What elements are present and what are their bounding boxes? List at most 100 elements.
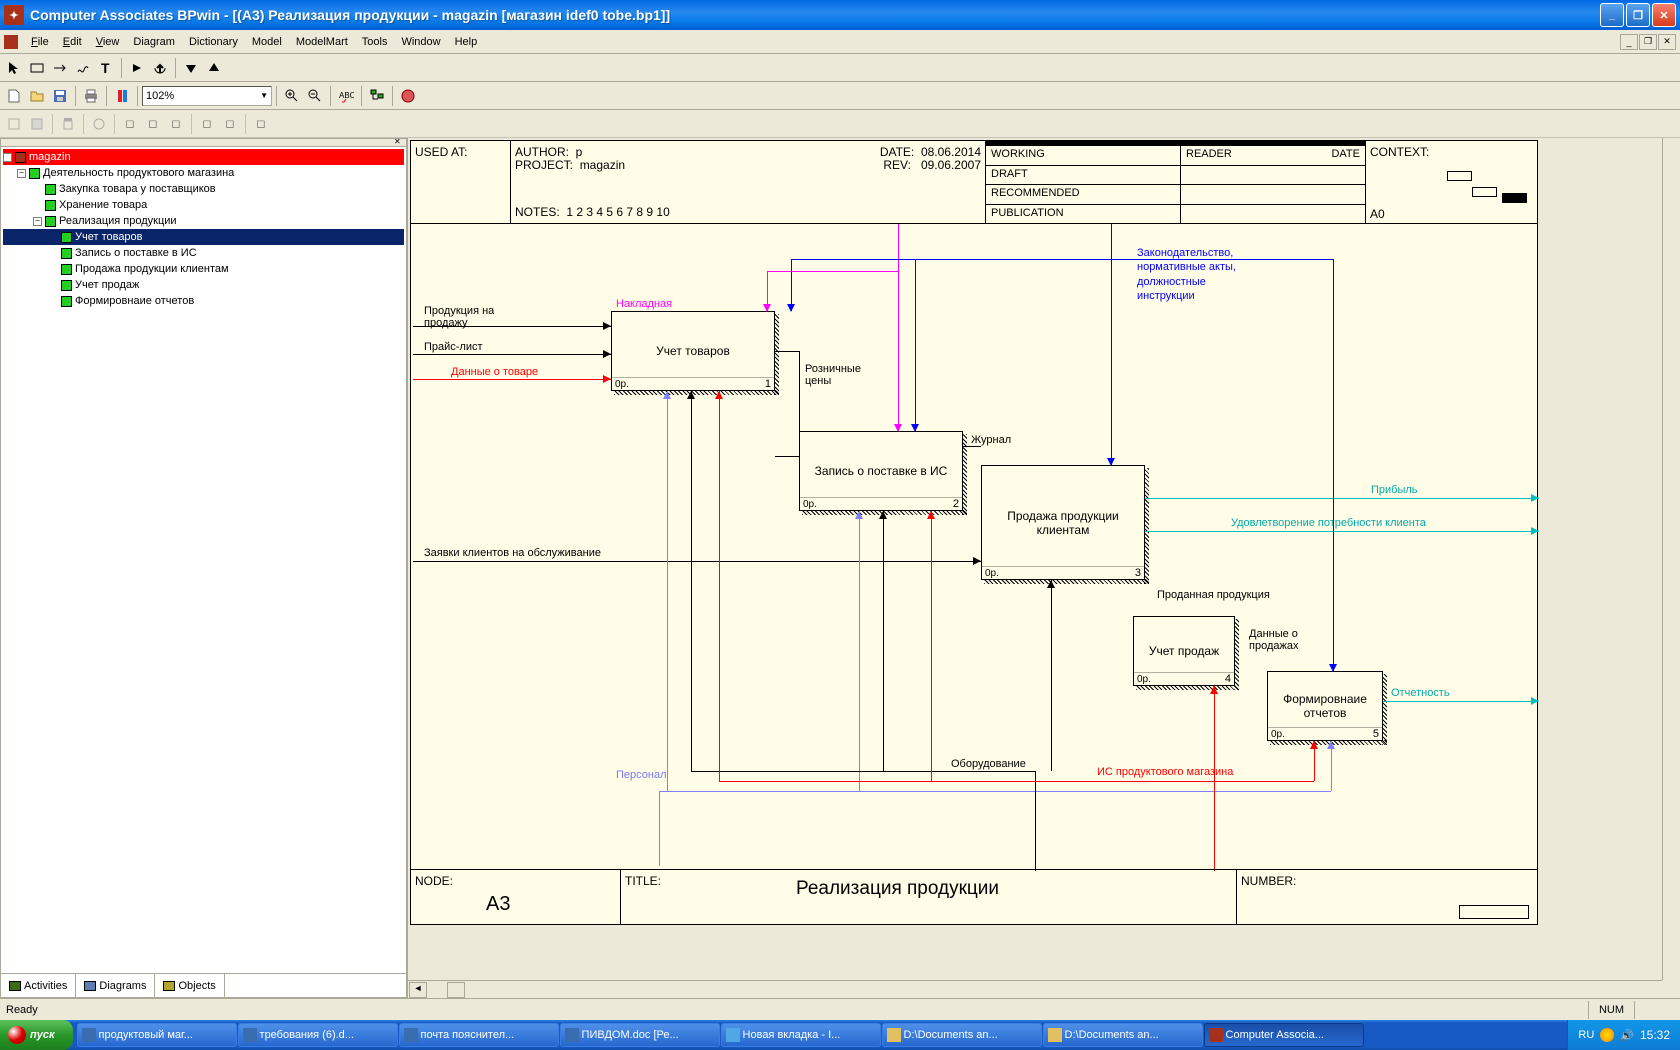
arrow-label[interactable]: Прибыль [1371,484,1418,496]
taskbar-item[interactable]: D:\Documents an... [882,1023,1042,1047]
mdi-doc-icon[interactable] [4,35,18,49]
mm-button-5[interactable]: ◻ [119,113,141,135]
activity-box-3[interactable]: Продажа продукции клиентам 0р.3 [981,465,1145,580]
new-button[interactable] [3,85,25,107]
help-button[interactable] [397,85,419,107]
spell-check-button[interactable]: ABC [335,85,357,107]
system-tray[interactable]: RU 🔊 15:32 [1567,1020,1680,1050]
scroll-thumb[interactable] [447,982,465,998]
taskbar-item[interactable]: почта пояснител... [399,1023,559,1047]
zoom-combobox[interactable]: ▼ [142,86,272,106]
menu-help[interactable]: Help [448,34,485,50]
tree-node-selected[interactable]: Учет товаров [3,229,404,245]
mm-button-1[interactable] [3,113,25,135]
menu-model[interactable]: Model [245,34,289,50]
close-button[interactable]: ✕ [1652,3,1676,27]
minimize-button[interactable]: _ [1600,3,1624,27]
arrow-label[interactable]: Данные о продажах [1249,628,1314,652]
tree-node[interactable]: Закупка товара у поставщиков [3,181,404,197]
menu-view[interactable]: View [89,34,127,50]
menu-edit[interactable]: Edit [56,34,89,50]
taskbar-item-active[interactable]: Computer Associa... [1204,1023,1364,1047]
mm-button-9[interactable]: ◻ [219,113,241,135]
start-button[interactable]: пуск [0,1020,73,1050]
vertical-scrollbar[interactable] [1662,138,1680,980]
taskbar-item[interactable]: ПИВДОМ.doc [Ре... [560,1023,720,1047]
tree-node[interactable]: −Деятельность продуктового магазина [3,165,404,181]
arrow-tool-button[interactable] [49,57,71,79]
diagram-canvas[interactable]: USED AT: AUTHOR: pDATE: 08.06.2014 PROJE… [410,140,1538,925]
mdi-restore-button[interactable]: ❐ [1639,34,1657,50]
mm-button-2[interactable] [26,113,48,135]
activity-box-5[interactable]: Формировнаие отчетов 0р.5 [1267,671,1383,741]
menu-tools[interactable]: Tools [355,34,395,50]
maximize-button[interactable]: ❐ [1626,3,1650,27]
squiggle-tool-button[interactable] [72,57,94,79]
activity-box-4[interactable]: Учет продаж 0р.4 [1133,616,1235,686]
clock[interactable]: 15:32 [1640,1028,1670,1042]
menu-window[interactable]: Window [394,34,447,50]
save-button[interactable] [49,85,71,107]
arrow-label[interactable]: ИС продуктового магазина [1097,766,1233,778]
arrow-label[interactable]: Отчетность [1391,687,1450,699]
horizontal-scrollbar[interactable]: ◄ [408,980,1662,998]
goto-sibling-button[interactable] [149,57,171,79]
tree-node[interactable]: Хранение товара [3,197,404,213]
activity-box-2[interactable]: Запись о поставке в ИС 0р.2 [799,431,963,511]
tab-objects[interactable]: Objects [155,974,224,997]
menu-dictionary[interactable]: Dictionary [182,34,245,50]
activity-box-1[interactable]: Учет товаров 0р.1 [611,311,775,391]
taskbar-item[interactable]: D:\Documents an... [1043,1023,1203,1047]
taskbar-item[interactable]: Новая вкладка - I... [721,1023,881,1047]
mm-button-7[interactable]: ◻ [165,113,187,135]
activity-box-tool-button[interactable] [26,57,48,79]
tree-node-root[interactable]: −magazin [3,149,404,165]
pointer-tool-button[interactable] [3,57,25,79]
arrow-label[interactable]: Прайс-лист [424,341,483,353]
menu-diagram[interactable]: Diagram [126,34,182,50]
volume-icon[interactable]: 🔊 [1620,1029,1634,1042]
print-button[interactable] [80,85,102,107]
activity-tree[interactable]: −magazin −Деятельность продуктового мага… [1,147,406,973]
model-explorer-button[interactable] [366,85,388,107]
arrow-label[interactable]: Удовлетворение потребности клиента [1231,517,1426,529]
tree-node[interactable]: Учет продаж [3,277,404,293]
scroll-left-button[interactable]: ◄ [409,982,427,998]
diagram-canvas-scroll[interactable]: USED AT: AUTHOR: pDATE: 08.06.2014 PROJE… [408,138,1680,998]
arrow-label[interactable]: Продукция на продажу [424,305,519,329]
taskbar-item[interactable]: продуктовый маг... [77,1023,237,1047]
open-button[interactable] [26,85,48,107]
zoom-input[interactable] [146,90,260,102]
text-tool-button[interactable]: T [95,57,117,79]
tree-node[interactable]: Формировнаие отчетов [3,293,404,309]
arrow-label[interactable]: Розничные цены [805,363,880,387]
mm-button-3[interactable] [57,113,79,135]
mm-button-10[interactable]: ◻ [250,113,272,135]
arrow-label[interactable]: Проданная продукция [1157,589,1270,601]
arrow-label[interactable]: Оборудование [951,758,1026,770]
taskbar-item[interactable]: требования (6).d... [238,1023,398,1047]
mdi-minimize-button[interactable]: _ [1620,34,1638,50]
goto-child-button[interactable] [126,57,148,79]
report-button[interactable] [111,85,133,107]
arrow-label[interactable]: Журнал [971,434,1011,446]
arrow-label[interactable]: Персонал [616,769,667,781]
arrow-label[interactable]: Данные о товаре [451,366,538,378]
goto-next-button[interactable] [203,57,225,79]
menu-file[interactable]: File [24,34,56,50]
arrow-label[interactable]: Накладная [616,298,672,310]
tab-diagrams[interactable]: Diagrams [76,974,155,997]
goto-parent-button[interactable] [180,57,202,79]
tree-node[interactable]: Продажа продукции клиентам [3,261,404,277]
tray-icon[interactable] [1600,1028,1614,1042]
mm-button-6[interactable]: ◻ [142,113,164,135]
mm-button-8[interactable]: ◻ [196,113,218,135]
zoom-in-button[interactable] [281,85,303,107]
mdi-close-button[interactable]: ✕ [1658,34,1676,50]
tree-node[interactable]: Запись о поставке в ИС [3,245,404,261]
menu-modelmart[interactable]: ModelMart [289,34,355,50]
zoom-out-button[interactable] [304,85,326,107]
explorer-close-button[interactable]: ✕ [394,138,404,147]
mm-button-4[interactable] [88,113,110,135]
tab-activities[interactable]: Activities [1,974,76,997]
